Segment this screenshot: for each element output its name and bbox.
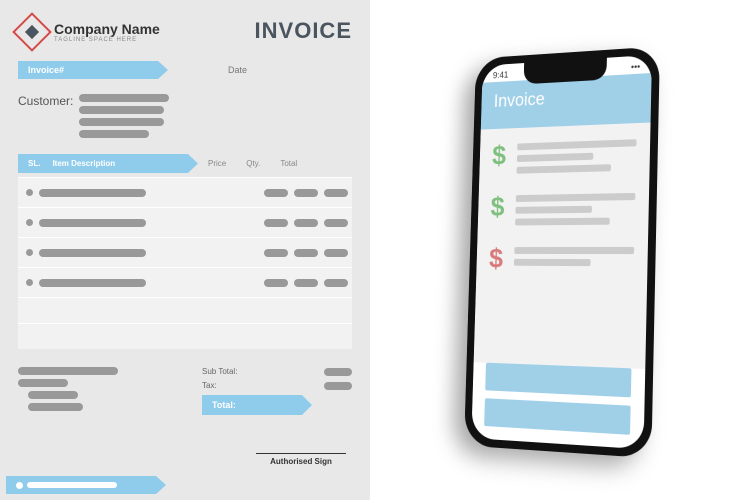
document-title: INVOICE <box>255 18 352 44</box>
company-logo-block: Company Name TAGLINE SPACE HERE <box>18 18 160 46</box>
signature-line <box>256 453 346 454</box>
footer-banner <box>6 476 166 494</box>
notes-placeholder <box>18 367 118 415</box>
phone-status-icons: ••• <box>631 62 640 73</box>
table-row <box>18 267 352 297</box>
invoice-number-label: Invoice# <box>18 61 168 79</box>
company-tagline: TAGLINE SPACE HERE <box>54 37 160 43</box>
signature-label: Authorised Sign <box>256 457 346 466</box>
invoice-line-item: $ <box>489 243 635 276</box>
invoice-line-item: $ <box>490 189 635 226</box>
logo-icon <box>12 12 52 52</box>
th-qty: Qty. <box>246 159 260 168</box>
dollar-icon: $ <box>490 191 505 225</box>
phone-mockup: 9:41 ••• Invoice $ $ $ <box>464 46 660 458</box>
subtotal-value-placeholder <box>324 368 352 376</box>
invoice-line-item: $ <box>492 135 637 174</box>
subtotal-label: Sub Total: <box>202 367 237 376</box>
table-body <box>18 177 352 349</box>
phone-time: 9:41 <box>493 70 509 81</box>
tax-label: Tax: <box>202 381 217 390</box>
invoice-document: Company Name TAGLINE SPACE HERE INVOICE … <box>0 0 370 500</box>
total-label: Total: <box>202 395 312 415</box>
customer-label: Customer: <box>18 94 73 138</box>
th-sl: SL. <box>28 159 40 168</box>
phone-action-button[interactable] <box>485 363 631 398</box>
th-total: Total <box>280 159 297 168</box>
customer-placeholder-lines <box>79 94 169 138</box>
table-row <box>18 177 352 207</box>
table-header-left: SL. Item Description <box>18 154 198 173</box>
dollar-icon: $ <box>492 140 507 174</box>
tax-value-placeholder <box>324 382 352 390</box>
dollar-icon: $ <box>489 243 504 274</box>
th-desc: Item Description <box>52 159 115 168</box>
table-row <box>18 207 352 237</box>
date-label: Date <box>228 65 247 75</box>
phone-action-button[interactable] <box>484 398 631 435</box>
company-name: Company Name <box>54 21 160 37</box>
th-price: Price <box>208 159 226 168</box>
table-row <box>18 237 352 267</box>
